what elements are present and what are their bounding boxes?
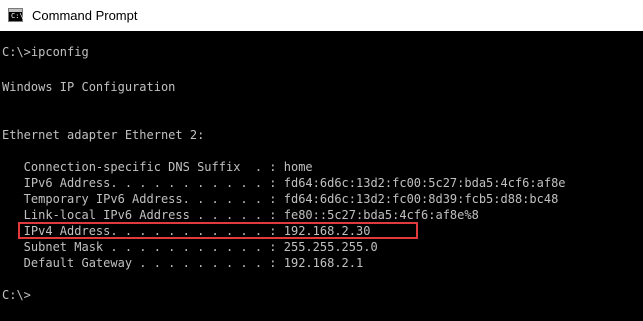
console-line-ipv6: IPv6 Address. . . . . . . . . . . : fd64… <box>2 176 566 190</box>
console-line-prompt: C:\> <box>2 288 31 302</box>
console-output[interactable]: C:\>ipconfig Windows IP Configuration Et… <box>0 31 643 321</box>
console-line-temp-ipv6: Temporary IPv6 Address. . . . . . : fd64… <box>2 192 559 206</box>
cmd-icon[interactable]: C:\ <box>8 8 24 22</box>
window-title: Command Prompt <box>32 8 138 23</box>
command-prompt-window: C:\ Command Prompt C:\>ipconfig Windows … <box>0 0 643 321</box>
cmd-icon-glyph: C:\ <box>11 12 24 20</box>
console-line-dns-suffix: Connection-specific DNS Suffix . : home <box>2 160 313 174</box>
title-bar[interactable]: C:\ Command Prompt <box>0 0 643 31</box>
ipv4-highlight-box <box>18 222 418 239</box>
console-line-adapter: Ethernet adapter Ethernet 2: <box>2 128 205 142</box>
console-line-link-local: Link-local IPv6 Address . . . . . : fe80… <box>2 208 479 222</box>
console-line-subnet-mask: Subnet Mask . . . . . . . . . . . : 255.… <box>2 240 378 254</box>
console-line-gateway: Default Gateway . . . . . . . . . : 192.… <box>2 256 364 270</box>
console-line-prompt: C:\>ipconfig <box>2 45 89 59</box>
console-line-heading: Windows IP Configuration <box>2 80 176 94</box>
